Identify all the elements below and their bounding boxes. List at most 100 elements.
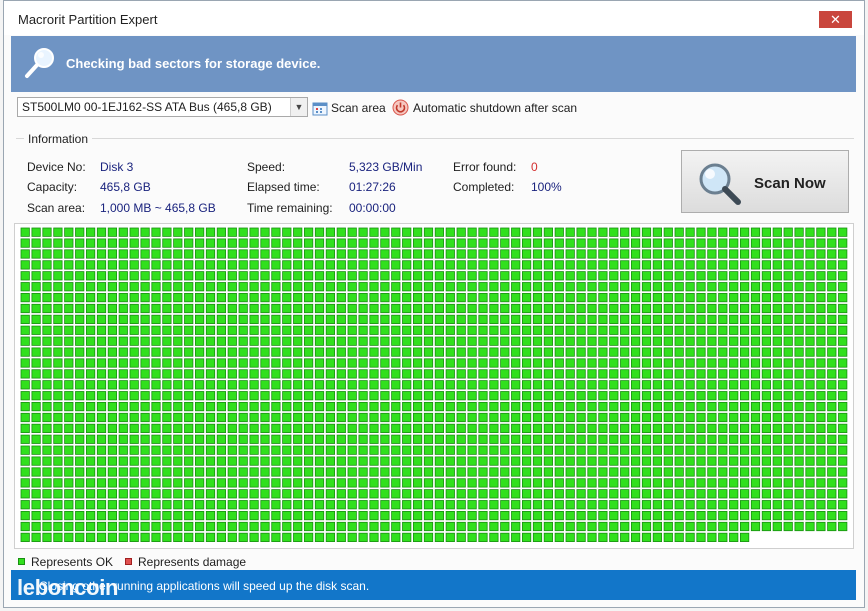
sector-block	[696, 401, 706, 412]
sector-block	[794, 521, 804, 532]
sector-block	[347, 521, 357, 532]
sector-block	[227, 434, 237, 444]
sector-block	[293, 521, 303, 532]
sector-block	[358, 358, 368, 368]
sector-block	[75, 303, 85, 314]
sector-block	[718, 238, 728, 248]
sector-block	[260, 238, 270, 248]
sector-block	[783, 260, 793, 270]
sector-block	[827, 238, 837, 248]
sector-block	[467, 271, 477, 281]
sector-block	[598, 532, 608, 543]
sector-block	[576, 391, 586, 401]
sector-block	[532, 456, 543, 466]
sector-block	[783, 358, 793, 368]
error-found-label: Error found:	[453, 160, 517, 174]
sector-block	[53, 260, 63, 270]
sector-block	[718, 227, 728, 237]
sector-block	[609, 293, 619, 303]
sector-block	[238, 500, 248, 510]
chevron-down-icon[interactable]: ▼	[290, 98, 307, 116]
sector-block	[205, 293, 216, 303]
sector-block	[663, 325, 673, 335]
sector-block	[86, 467, 96, 477]
sector-block	[685, 293, 695, 303]
sector-block	[205, 271, 216, 281]
sector-block	[456, 271, 466, 281]
sector-block	[293, 391, 303, 401]
sector-block	[652, 412, 663, 423]
sector-block	[805, 521, 815, 532]
sector-block	[685, 500, 695, 510]
sector-block	[347, 303, 357, 314]
sector-block	[162, 456, 172, 466]
sector-block	[696, 521, 706, 532]
sector-block	[260, 303, 270, 314]
sector-block	[685, 401, 695, 412]
sector-block	[696, 369, 706, 379]
sector-block	[489, 500, 499, 510]
sector-block	[576, 227, 586, 237]
sector-block	[663, 412, 673, 423]
sector-block	[620, 521, 630, 532]
sector-block	[64, 456, 74, 466]
sector-block	[107, 412, 117, 423]
sector-block	[805, 401, 815, 412]
sector-block	[53, 510, 63, 521]
sector-block	[271, 303, 281, 314]
sector-block	[838, 271, 848, 281]
sector-block	[391, 325, 401, 335]
sector-block	[718, 260, 728, 270]
sector-block	[282, 521, 292, 532]
sector-block	[565, 412, 575, 423]
close-button[interactable]: ✕	[819, 11, 852, 28]
sector-block	[282, 282, 292, 292]
sector-block	[511, 401, 521, 412]
sector-block	[31, 391, 41, 401]
sector-block	[598, 467, 608, 477]
sector-block	[151, 401, 161, 412]
sector-block	[402, 489, 412, 499]
sector-block	[674, 510, 684, 521]
sector-block	[565, 227, 575, 237]
sector-block	[500, 227, 510, 237]
sector-block	[674, 489, 684, 499]
sector-block	[620, 532, 630, 543]
device-dropdown[interactable]: ST500LM0 00-1EJ162-SS ATA Bus (465,8 GB)…	[17, 97, 308, 117]
sector-block	[391, 227, 401, 237]
sector-block	[794, 260, 804, 270]
sector-block	[42, 412, 52, 423]
sector-block	[543, 238, 554, 248]
sector-block	[598, 380, 608, 390]
scan-now-button[interactable]: Scan Now	[681, 150, 849, 213]
sector-block	[129, 238, 139, 248]
sector-block	[249, 434, 259, 444]
sector-block	[598, 369, 608, 379]
sector-block	[282, 489, 292, 499]
sector-block	[140, 282, 150, 292]
sector-block	[620, 358, 630, 368]
sector-block	[216, 510, 226, 521]
sector-block	[412, 510, 423, 521]
sector-block	[336, 336, 346, 346]
sector-block	[805, 434, 815, 444]
sector-block	[740, 412, 750, 423]
sector-block	[816, 282, 826, 292]
sector-block	[663, 401, 673, 412]
sector-block	[532, 500, 543, 510]
sector-block	[42, 510, 52, 521]
sector-block	[467, 500, 477, 510]
sector-block	[358, 293, 368, 303]
sector-block	[696, 423, 706, 433]
sector-block	[238, 401, 248, 412]
sector-block	[783, 380, 793, 390]
sector-block	[314, 227, 325, 237]
sector-block	[729, 314, 739, 324]
sector-block	[271, 489, 281, 499]
sector-block	[609, 238, 619, 248]
sector-block	[740, 314, 750, 324]
sector-block	[53, 478, 63, 488]
sector-block	[86, 293, 96, 303]
sector-block	[107, 456, 117, 466]
sector-block	[434, 532, 445, 543]
